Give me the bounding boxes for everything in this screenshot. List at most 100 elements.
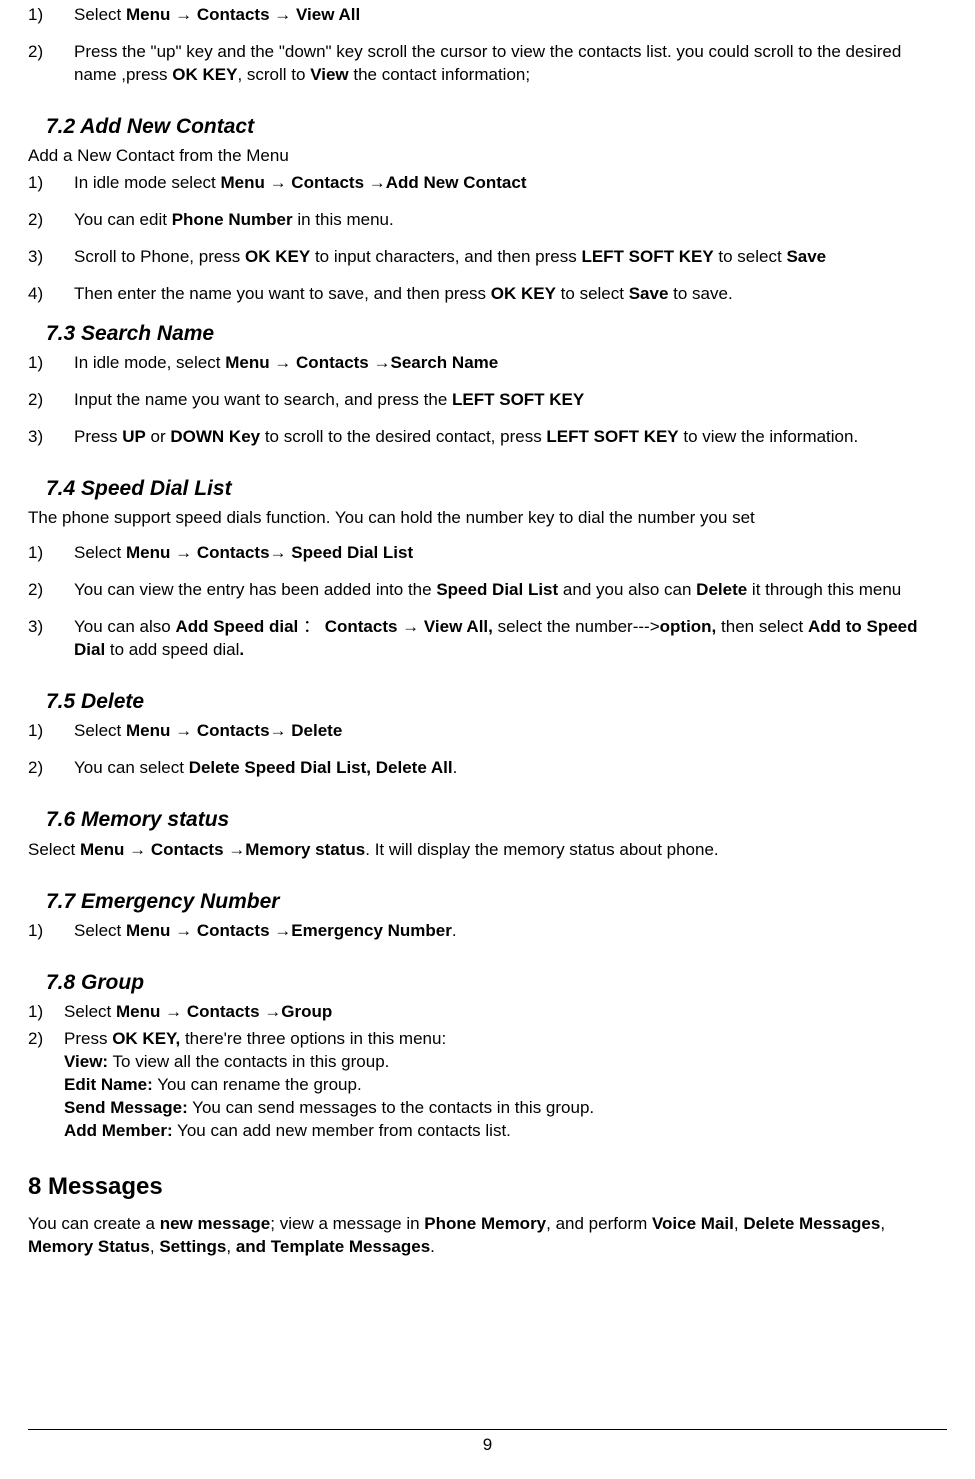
list-item: 2) Press OK KEY, there're three options … [28, 1028, 947, 1143]
text: to select [714, 247, 787, 266]
text: ; view a message in [270, 1214, 424, 1233]
text: , [880, 1214, 885, 1233]
text: to scroll to the desired contact, press [260, 427, 546, 446]
text: Scroll to Phone, press [74, 247, 245, 266]
bold-text: OK KEY [172, 65, 237, 84]
bold-text: Menu → Contacts →Emergency Number [126, 921, 452, 940]
text: Select [74, 543, 126, 562]
list-marker: 3) [28, 616, 74, 662]
bold-text: Phone Number [172, 210, 293, 229]
bold-text: Menu → Contacts →Search Name [225, 353, 498, 372]
list-body: Input the name you want to search, and p… [74, 389, 947, 412]
bold-text: Settings [159, 1237, 226, 1256]
text: , [226, 1237, 235, 1256]
bold-text: Save [629, 284, 669, 303]
list-item: 1) Select Menu → Contacts→ Speed Dial Li… [28, 542, 947, 565]
bold-text: View: [64, 1052, 108, 1071]
text: in this menu. [293, 210, 394, 229]
text: , and perform [546, 1214, 652, 1233]
list-item: 1) Select Menu → Contacts →Emergency Num… [28, 920, 947, 943]
bold-text: . [239, 640, 244, 659]
bold-text: and Template Messages [236, 1237, 430, 1256]
list-item: 2) Press the "up" key and the "down" key… [28, 41, 947, 87]
list-marker: 1) [28, 4, 74, 27]
bold-text: Menu → Contacts →Group [116, 1002, 332, 1021]
list-body: In idle mode select Menu → Contacts →Add… [74, 172, 947, 195]
list-body: Select Menu → Contacts→ Delete [74, 720, 947, 743]
bold-text: Add Speed dial [175, 617, 303, 636]
bold-text: OK KEY [491, 284, 556, 303]
bold-text: Menu → Contacts →Memory status [80, 840, 365, 859]
section-7-3-list: 1) In idle mode, select Menu → Contacts … [28, 352, 947, 449]
text: Select [74, 921, 126, 940]
bold-text: LEFT SOFT KEY [546, 427, 678, 446]
text: You can create a [28, 1214, 160, 1233]
list-marker: 1) [28, 172, 74, 195]
list-item: 1) In idle mode select Menu → Contacts →… [28, 172, 947, 195]
bold-text: Add Member: [64, 1121, 173, 1140]
text: to input characters, and then press [310, 247, 581, 266]
list-marker: 2) [28, 579, 74, 602]
paragraph: You can create a new message; view a mes… [28, 1213, 947, 1259]
bold-text: OK KEY [245, 247, 310, 266]
bold-text: option, [660, 617, 721, 636]
list-marker: 1) [28, 542, 74, 565]
bold-text: Phone Memory [424, 1214, 546, 1233]
heading-7-7: 7.7 Emergency Number [46, 888, 947, 916]
list-body: Select Menu → Contacts →Emergency Number… [74, 920, 947, 943]
paragraph: Add a New Contact from the Menu [28, 145, 947, 168]
bold-text: Menu → Contacts → View All [126, 5, 360, 24]
bold-text: Menu → Contacts →Add New Contact [220, 173, 526, 192]
list-item: 4) Then enter the name you want to save,… [28, 283, 947, 306]
section-7-1-list: 1) Select Menu → Contacts → View All 2) … [28, 4, 947, 87]
text: You can select [74, 758, 189, 777]
heading-7-6: 7.6 Memory status [46, 806, 947, 834]
text: Then enter the name you want to save, an… [74, 284, 491, 303]
bold-text: new message [160, 1214, 271, 1233]
heading-7-3: 7.3 Search Name [46, 320, 947, 348]
text: Press [64, 1029, 112, 1048]
text: it through this menu [747, 580, 901, 599]
list-body: Select Menu → Contacts →Group [64, 1001, 947, 1024]
text: . It will display the memory status abou… [365, 840, 718, 859]
text: , scroll to [237, 65, 310, 84]
list-marker: 2) [28, 389, 74, 412]
bold-text: LEFT SOFT KEY [452, 390, 584, 409]
list-marker: 2) [28, 757, 74, 780]
text: You can edit [74, 210, 172, 229]
section-7-2-list: 1) In idle mode select Menu → Contacts →… [28, 172, 947, 306]
list-item: 1) Select Menu → Contacts →Group [28, 1001, 947, 1024]
bold-text: Save [786, 247, 826, 266]
text: In idle mode select [74, 173, 220, 192]
text: . [430, 1237, 435, 1256]
text: Select [64, 1002, 116, 1021]
text: You can add new member from contacts lis… [173, 1121, 511, 1140]
list-body: Select Menu → Contacts→ Speed Dial List [74, 542, 947, 565]
list-marker: 4) [28, 283, 74, 306]
text: the contact information; [349, 65, 530, 84]
text: Select [28, 840, 80, 859]
list-marker: 2) [28, 41, 74, 87]
list-item: 2) Input the name you want to search, an… [28, 389, 947, 412]
heading-7-8: 7.8 Group [46, 969, 947, 997]
list-body: Press OK KEY, there're three options in … [64, 1028, 947, 1143]
list-marker: 2) [28, 1028, 64, 1143]
heading-7-2: 7.2 Add New Contact [46, 113, 947, 141]
paragraph: The phone support speed dials function. … [28, 507, 947, 530]
text: there're three options in this menu: [185, 1029, 446, 1048]
text: , [150, 1237, 159, 1256]
list-item: 3) You can also Add Speed dial ： Contact… [28, 616, 947, 662]
bold-text: Delete [696, 580, 747, 599]
bold-text: Edit Name: [64, 1075, 153, 1094]
text: to add speed dial [105, 640, 239, 659]
paragraph: Select Menu → Contacts →Memory status. I… [28, 839, 947, 862]
text: . [452, 921, 457, 940]
list-body: Scroll to Phone, press OK KEY to input c… [74, 246, 947, 269]
text: or [146, 427, 171, 446]
list-item: 2) You can view the entry has been added… [28, 579, 947, 602]
bold-text: UP [122, 427, 146, 446]
footer-rule [28, 1429, 947, 1430]
list-body: You can select Delete Speed Dial List, D… [74, 757, 947, 780]
text: select the number---> [498, 617, 660, 636]
bold-text: Delete Messages [743, 1214, 880, 1233]
